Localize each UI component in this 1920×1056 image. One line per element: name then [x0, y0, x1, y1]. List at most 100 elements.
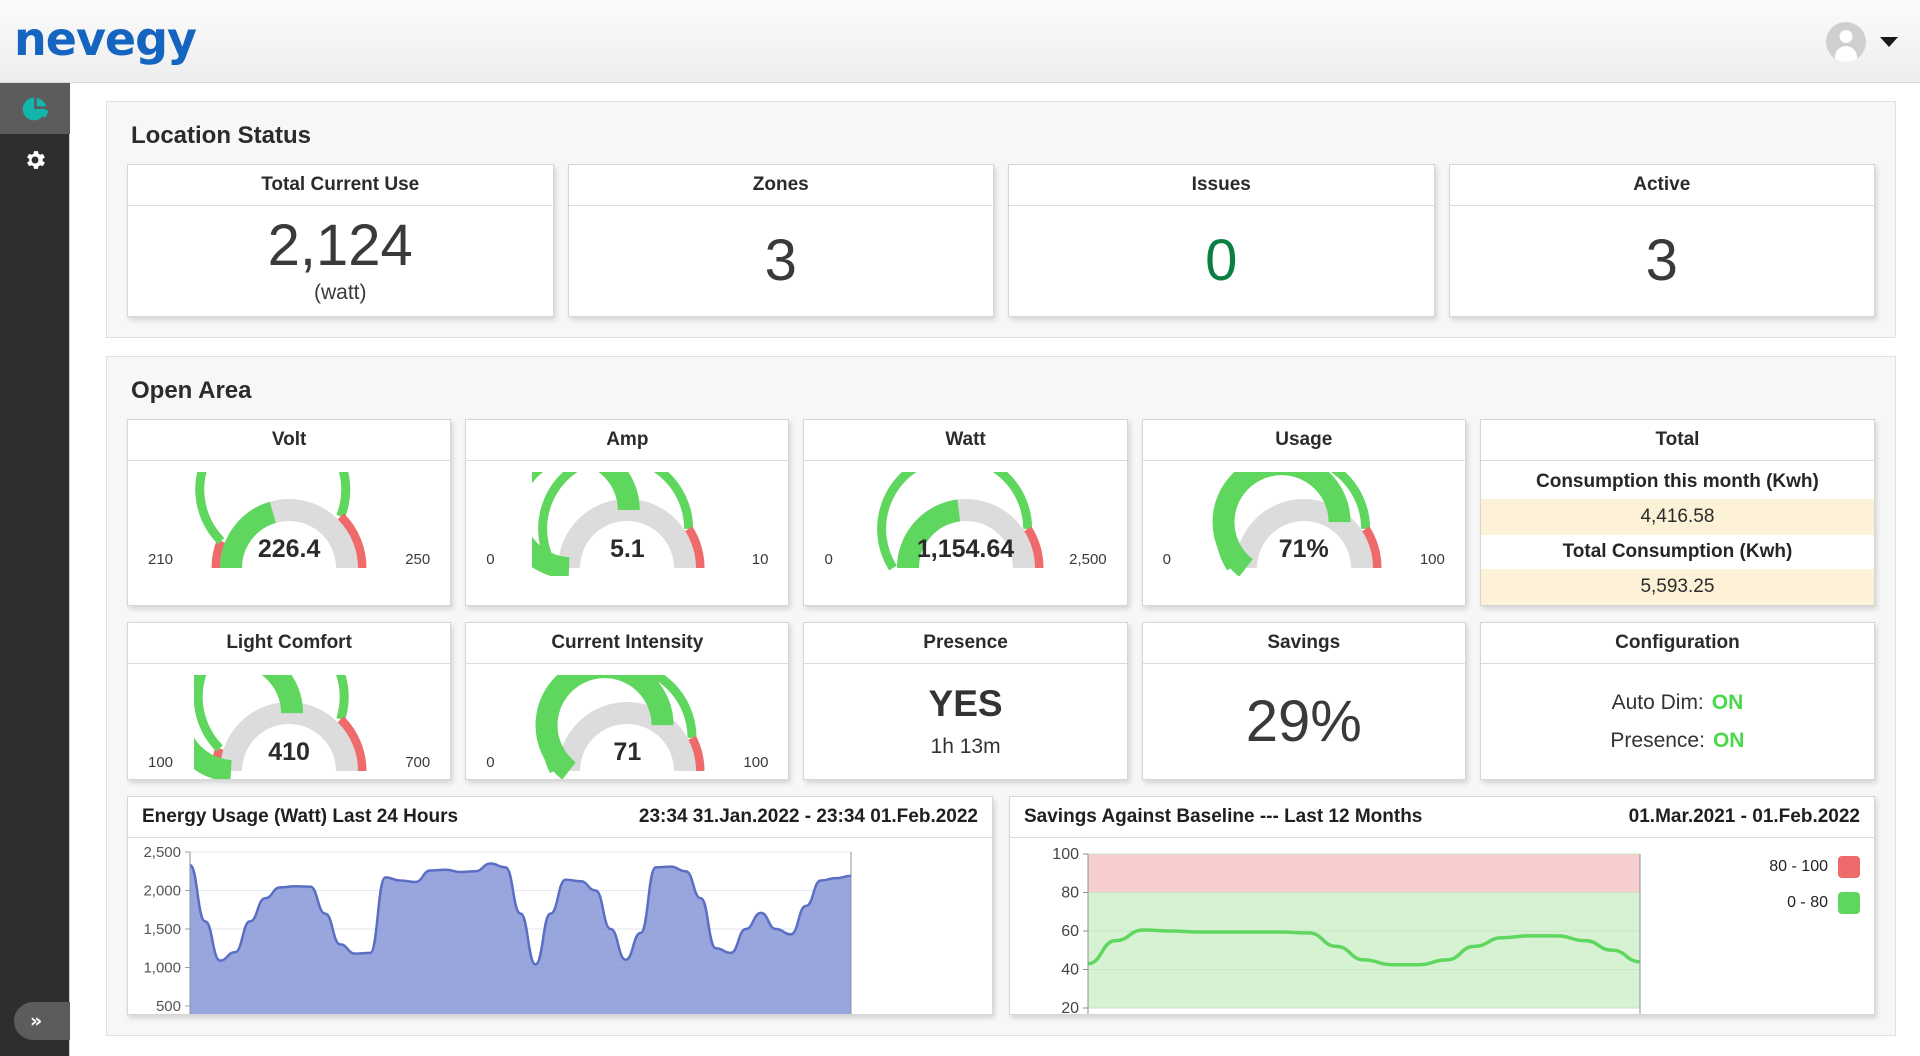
- open-area-title: Open Area: [131, 377, 252, 404]
- legend-swatch-high: [1838, 856, 1860, 878]
- gauge-max: 250: [405, 551, 431, 568]
- status-value: 3: [764, 228, 797, 293]
- card-label: Volt: [128, 420, 451, 461]
- savings-chart-legend: 80 - 100 0 - 80: [1769, 856, 1860, 914]
- svg-text:500: 500: [156, 998, 181, 1014]
- energy-chart-plot: 2,500 2,000 1,500 1,000 500: [128, 838, 992, 1014]
- gauge-card-current-intensity[interactable]: Current Intensity 71 0 100: [465, 622, 790, 780]
- open-area-chart-row: Energy Usage (Watt) Last 24 Hours 23:34 …: [127, 796, 1875, 1015]
- config-value: ON: [1711, 690, 1744, 714]
- card-label: Usage: [1142, 420, 1465, 461]
- total-consumption-card[interactable]: Total Consumption this month (Kwh) 4,416…: [1479, 419, 1875, 606]
- card-label: Amp: [466, 420, 789, 461]
- card-body: 3: [1450, 206, 1875, 316]
- left-sidebar: »: [0, 83, 89, 1056]
- gauge-max: 10: [751, 551, 769, 568]
- gauge-value: 410: [268, 738, 310, 766]
- gauge-card-usage[interactable]: Usage 71% 0 100: [1141, 419, 1466, 606]
- chevron-down-icon[interactable]: [1880, 37, 1898, 47]
- savings-baseline-chart-card[interactable]: Savings Against Baseline --- Last 12 Mon…: [1009, 796, 1875, 1015]
- card-body: 2,124 (watt): [128, 206, 553, 316]
- gear-icon: [27, 150, 45, 169]
- legend-swatch-low: [1838, 892, 1860, 914]
- card-body: 3: [569, 206, 994, 316]
- svg-text:60: 60: [1061, 923, 1079, 940]
- status-value: 0: [1205, 228, 1238, 293]
- main-content: Location Status Total Current Use 2,124 …: [70, 83, 1920, 1056]
- pie-chart-icon: [22, 97, 49, 120]
- gauge-min: 0: [486, 551, 495, 568]
- sidebar-item-settings[interactable]: [0, 134, 70, 185]
- card-label: Total Current Use: [128, 165, 553, 206]
- energy-chart-range: 23:34 31.Jan.2022 - 23:34 01.Feb.2022: [638, 806, 978, 827]
- card-label: Presence: [804, 623, 1127, 664]
- gauge-max: 700: [405, 754, 431, 771]
- status-card-issues[interactable]: Issues 0: [1008, 164, 1435, 317]
- config-row-auto-dim: Auto Dim: ON: [1612, 691, 1744, 715]
- gauge-body: 71 0 100: [466, 664, 788, 779]
- gauge-card-volt[interactable]: Volt 226.4 210 250: [127, 419, 452, 606]
- svg-text:2,000: 2,000: [143, 883, 181, 900]
- svg-text:2,500: 2,500: [143, 844, 181, 861]
- gauge-max: 100: [743, 754, 769, 771]
- gauge-card-watt[interactable]: Watt 1,154.64 0 2,500: [803, 419, 1128, 606]
- status-card-active[interactable]: Active 3: [1448, 164, 1875, 317]
- card-label: Zones: [568, 165, 993, 206]
- gauge-card-amp[interactable]: Amp 5.1 0 10: [465, 419, 790, 606]
- open-area-gauge-row-2: Light Comfort 410 100 700 Current Intens…: [127, 622, 1875, 780]
- top-header-bar: nevegy: [0, 0, 1920, 83]
- gauge-body: 226.4 210 250: [128, 461, 450, 576]
- presence-body: YES 1h 13m: [804, 664, 1126, 779]
- config-row-presence: Presence: ON: [1610, 729, 1744, 753]
- savings-line-chart: 100 80 60 40 20: [1052, 846, 1641, 1014]
- open-area-panel: Open Area Volt 226.4 210 250 Amp 5.1 0 1…: [106, 356, 1896, 1036]
- card-label: Issues: [1009, 165, 1434, 206]
- sidebar-item-dashboard[interactable]: [0, 83, 70, 134]
- status-unit: (watt): [314, 281, 367, 304]
- location-status-cards: Total Current Use 2,124 (watt) Zones 3 I…: [127, 164, 1875, 317]
- config-label: Presence:: [1610, 728, 1705, 752]
- gauge-min: 0: [486, 754, 495, 771]
- savings-chart-range: 01.Mar.2021 - 01.Feb.2022: [1628, 806, 1860, 827]
- savings-chart-title: Savings Against Baseline --- Last 12 Mon…: [1024, 806, 1423, 827]
- card-label: Watt: [804, 420, 1127, 461]
- legend-item[interactable]: 80 - 100: [1769, 856, 1860, 878]
- open-area-gauge-row-1: Volt 226.4 210 250 Amp 5.1 0 10 Watt 1,1…: [127, 419, 1875, 606]
- configuration-card[interactable]: Configuration Auto Dim: ON Presence: ON: [1479, 622, 1875, 780]
- gauge-min: 210: [148, 551, 174, 568]
- presence-card[interactable]: Presence YES 1h 13m: [803, 622, 1128, 780]
- gauge-min: 100: [148, 754, 174, 771]
- gauge-value: 226.4: [257, 535, 321, 563]
- account-menu[interactable]: [1826, 22, 1898, 62]
- status-card-zones[interactable]: Zones 3: [567, 164, 994, 317]
- user-avatar-icon[interactable]: [1826, 22, 1866, 62]
- svg-text:100: 100: [1052, 846, 1079, 863]
- energy-usage-chart-card[interactable]: Energy Usage (Watt) Last 24 Hours 23:34 …: [127, 796, 993, 1015]
- total-body: Consumption this month (Kwh) 4,416.58 To…: [1480, 461, 1874, 605]
- savings-card[interactable]: Savings 29%: [1141, 622, 1466, 780]
- app-logo[interactable]: nevegy: [14, 12, 197, 66]
- gauge-value: 5.1: [609, 535, 645, 563]
- presence-duration: 1h 13m: [930, 734, 1001, 758]
- svg-text:40: 40: [1061, 962, 1079, 979]
- card-body: 0: [1009, 206, 1434, 316]
- status-value: 2,124: [267, 213, 413, 278]
- savings-chart-plot: 100 80 60 40 20 80 - 100 0 - 80: [1010, 838, 1874, 1014]
- energy-chart-header: Energy Usage (Watt) Last 24 Hours 23:34 …: [128, 797, 992, 838]
- legend-item[interactable]: 0 - 80: [1769, 892, 1860, 914]
- gauge-card-light-comfort[interactable]: Light Comfort 410 100 700: [127, 622, 452, 780]
- location-status-title: Location Status: [131, 122, 312, 149]
- card-label: Configuration: [1480, 623, 1874, 664]
- status-value: 3: [1645, 228, 1678, 293]
- gauge-body: 1,154.64 0 2,500: [804, 461, 1126, 576]
- gauge-body: 71% 0 100: [1143, 461, 1465, 576]
- svg-text:1,500: 1,500: [143, 921, 181, 938]
- card-label: Total: [1480, 420, 1874, 461]
- energy-area-chart: 2,500 2,000 1,500 1,000 500: [143, 844, 852, 1014]
- status-card-total-current-use[interactable]: Total Current Use 2,124 (watt): [127, 164, 554, 317]
- savings-body: 29%: [1143, 664, 1465, 779]
- legend-label: 80 - 100: [1769, 858, 1828, 875]
- total-row-value: 4,416.58: [1480, 499, 1874, 535]
- config-value: ON: [1712, 728, 1745, 752]
- svg-text:20: 20: [1061, 1000, 1079, 1014]
